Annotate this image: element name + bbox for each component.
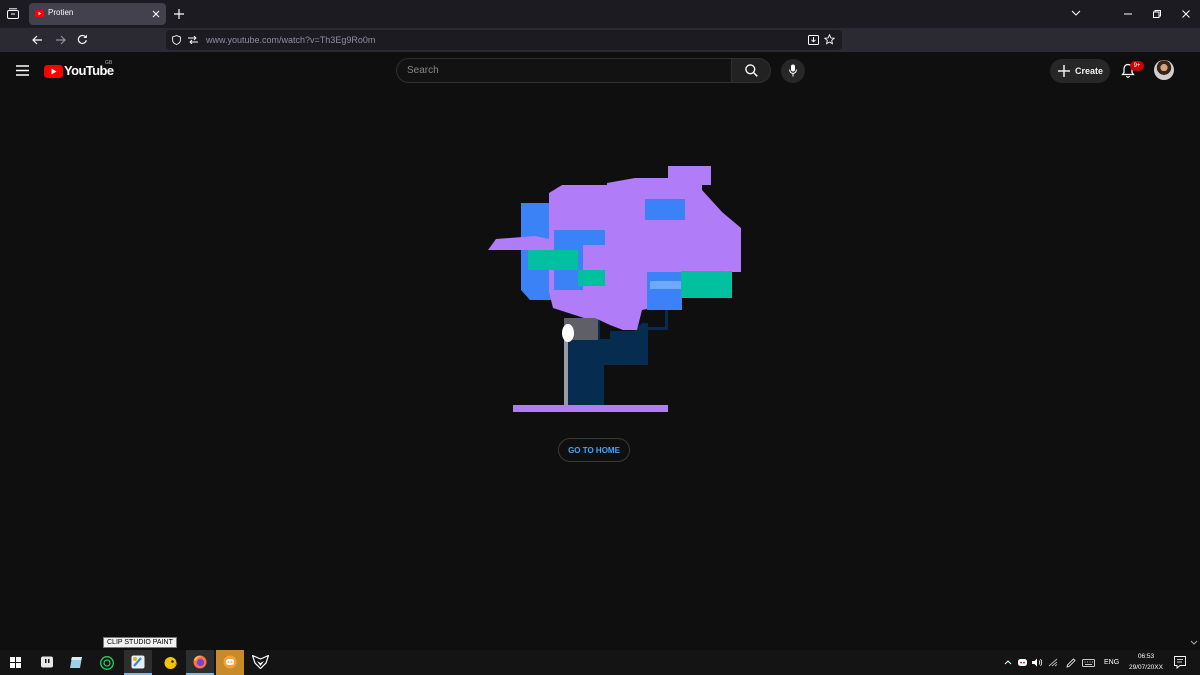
window-close-icon[interactable]: [1182, 10, 1190, 18]
tab-overview-icon[interactable]: [7, 8, 19, 19]
tree-hole: [600, 331, 610, 339]
bookmark-star-icon[interactable]: [824, 34, 835, 45]
reload-icon[interactable]: [77, 34, 88, 45]
tray-time[interactable]: 06:53: [1126, 653, 1166, 660]
canopy-purple-overlay: [605, 245, 645, 290]
install-app-icon[interactable]: [808, 35, 819, 45]
notes-app-icon[interactable]: [69, 656, 83, 669]
permissions-icon[interactable]: [188, 36, 198, 44]
spotify-app-icon[interactable]: [100, 656, 114, 670]
canopy-blue-highlight: [650, 281, 682, 289]
tree-knot: [562, 324, 574, 342]
error-page-illustration: [488, 166, 741, 412]
notification-center-icon[interactable]: [1174, 656, 1187, 669]
browser-tab-strip: Protien: [0, 0, 1200, 28]
chick-app-icon[interactable]: [163, 655, 178, 670]
voice-search-button[interactable]: [781, 59, 805, 83]
go-to-home-label: GO TO HOME: [568, 446, 620, 455]
back-arrow-icon[interactable]: [32, 35, 43, 45]
create-button[interactable]: Create: [1050, 59, 1110, 83]
canopy-purple-top: [635, 178, 668, 190]
search-button[interactable]: [731, 58, 771, 83]
discord-icon: [223, 655, 237, 669]
tray-date[interactable]: 29/07/20XX: [1122, 664, 1170, 671]
volume-icon[interactable]: [1032, 658, 1043, 667]
keyboard-icon[interactable]: [1082, 659, 1095, 667]
youtube-logo-icon: [44, 65, 63, 78]
minimize-icon[interactable]: [1124, 13, 1132, 15]
country-code: GB: [105, 60, 113, 66]
search-box: [396, 58, 731, 83]
firefox-icon: [193, 655, 207, 669]
branch-outline-top: [648, 327, 668, 330]
avatar[interactable]: [1154, 60, 1174, 80]
search-input[interactable]: [407, 60, 722, 81]
canopy-blue-patch-right: [647, 272, 682, 310]
firefox-app[interactable]: [186, 650, 214, 675]
canopy-teal-small: [578, 270, 605, 286]
microphone-icon: [789, 64, 797, 77]
windows-start-icon[interactable]: [10, 657, 21, 668]
go-to-home-button[interactable]: GO TO HOME: [558, 438, 630, 462]
scroll-down-icon[interactable]: [1190, 640, 1198, 646]
tray-chevron-up-icon[interactable]: [1004, 660, 1012, 665]
close-icon[interactable]: [152, 10, 160, 18]
clip-studio-paint-icon: [131, 655, 145, 669]
forward-arrow-icon[interactable]: [55, 35, 66, 45]
clip-studio-paint-app[interactable]: [124, 650, 152, 675]
browser-nav-bar: www.youtube.com/watch?v=Th3Eg9Ro0m: [0, 28, 1200, 52]
wifi-icon[interactable]: [1048, 658, 1058, 667]
windows-taskbar: ENG 06:53 29/07/20XX: [0, 650, 1200, 675]
search-icon: [745, 64, 758, 77]
youtube-favicon: [35, 10, 44, 17]
canopy-teal-left: [528, 250, 578, 270]
discord-tray-icon[interactable]: [1018, 659, 1027, 666]
plus-icon: [1058, 65, 1070, 77]
twitch-app-icon[interactable]: [40, 656, 54, 669]
notification-badge: 9+: [1130, 61, 1144, 71]
hamburger-menu-icon[interactable]: [16, 65, 29, 76]
restore-icon[interactable]: [1153, 10, 1161, 18]
browser-tab-active[interactable]: Protien: [29, 3, 166, 25]
tray-language[interactable]: ENG: [1104, 659, 1119, 666]
taskbar-tooltip: CLIP STUDIO PAINT: [103, 637, 177, 648]
discord-app[interactable]: [216, 650, 244, 675]
canopy-purple-wing: [488, 236, 554, 250]
canopy-teal-right: [681, 271, 732, 298]
youtube-masthead: YouTube GB Create 9+: [0, 52, 1200, 90]
address-bar[interactable]: www.youtube.com/watch?v=Th3Eg9Ro0m: [166, 30, 842, 50]
shield-icon[interactable]: [172, 35, 181, 45]
pen-icon[interactable]: [1066, 658, 1076, 668]
tab-title: Protien: [48, 8, 74, 17]
url-text: www.youtube.com/watch?v=Th3Eg9Ro0m: [206, 35, 376, 45]
ground-platform: [513, 405, 668, 412]
trunk-shade: [564, 340, 568, 405]
chevron-down-icon[interactable]: [1071, 10, 1081, 16]
canopy-blue-patch-top: [645, 199, 685, 220]
new-tab-icon[interactable]: [174, 9, 184, 19]
create-label: Create: [1075, 66, 1104, 76]
wolf-app-icon[interactable]: [252, 655, 269, 669]
